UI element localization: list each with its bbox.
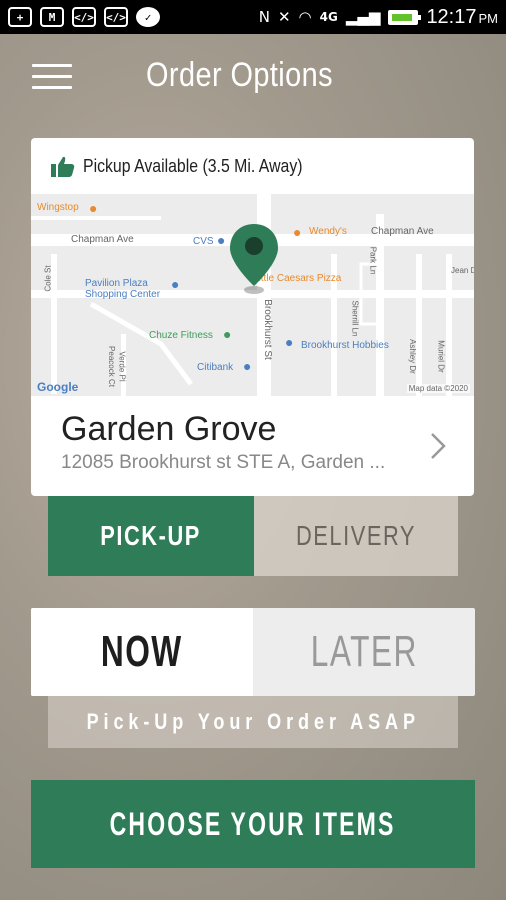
fulfillment-tabs: PICK-UP DELIVERY: [48, 496, 458, 576]
add-notification-icon: +: [8, 7, 32, 27]
map-street-peacock: Peacock Ct: [106, 346, 116, 387]
time-selector: NOW LATER: [31, 608, 475, 696]
pickup-availability: Pickup Available (3.5 Mi. Away): [31, 138, 474, 194]
clock: 12:17 PM: [426, 5, 498, 28]
map-poi-chuze-fitness: Chuze Fitness: [149, 330, 213, 341]
store-address: 12085 Brookhurst st STE A, Garden ...: [61, 452, 386, 473]
page-title: Order Options: [146, 56, 334, 94]
map-marker-icon: ●: [243, 358, 252, 374]
check-icon: ✓: [136, 7, 160, 27]
map-street-jean: Jean Dr: [451, 266, 474, 275]
store-map[interactable]: Wingstop ● Chapman Ave CVS ● ● Wendy's C…: [31, 194, 474, 396]
map-marker-icon: ●: [223, 326, 232, 342]
map-poi-cvs: CVS: [193, 236, 214, 247]
map-poi-citibank: Citibank: [197, 362, 234, 373]
tab-delivery[interactable]: DELIVERY: [254, 496, 458, 576]
tab-later-label: LATER: [310, 627, 418, 676]
map-street-park-ln: Park Ln: [368, 246, 378, 275]
hamburger-menu-icon[interactable]: [32, 64, 72, 92]
map-poi-wingstop: Wingstop: [37, 202, 79, 213]
map-marker-icon: ●: [89, 200, 98, 216]
map-marker-icon: ●: [217, 232, 226, 248]
chevron-right-icon[interactable]: [430, 432, 446, 460]
tab-now-label: NOW: [101, 627, 183, 676]
asap-message-bar: Pick-Up Your Order ASAP: [48, 696, 458, 748]
tab-later[interactable]: LATER: [253, 608, 475, 696]
network-type-label: 4G: [319, 10, 338, 24]
store-name: Garden Grove: [61, 410, 277, 448]
header: Order Options: [0, 34, 506, 120]
choose-items-button[interactable]: CHOOSE YOUR ITEMS: [31, 780, 475, 868]
map-poi-pavilion-plaza: Pavilion Plaza Shopping Center: [85, 278, 161, 300]
store-location-pin-icon: [230, 224, 278, 294]
pickup-status-text: Pickup Available (3.5 Mi. Away): [83, 155, 303, 176]
map-street-cole: Cole St: [43, 265, 53, 292]
system-icons: N ✕ ◠ 4G ▂▄▆ 12:17 PM: [259, 6, 498, 29]
tab-pickup[interactable]: PICK-UP: [48, 496, 254, 576]
map-street-chapman-2: Chapman Ave: [371, 226, 434, 237]
mail-icon: M: [40, 7, 64, 27]
map-marker-icon: ●: [171, 276, 180, 292]
battery-icon: [388, 9, 422, 25]
status-bar: + M </> </> ✓ N ✕ ◠ 4G ▂▄▆ 12:17 PM: [0, 0, 506, 34]
map-street-ashley: Ashley Dr: [407, 339, 417, 374]
map-street-muriel: Muriel Dr: [436, 340, 446, 373]
tab-delivery-label: DELIVERY: [295, 520, 417, 551]
choose-items-label: CHOOSE YOUR ITEMS: [110, 805, 396, 842]
map-poi-brookhurst-hobbies: Brookhurst Hobbies: [301, 340, 389, 351]
notification-icons: + M </> </> ✓: [8, 7, 160, 27]
mute-icon: ✕: [277, 8, 291, 26]
google-logo: Google: [37, 380, 79, 394]
map-poi-wendys: Wendy's: [309, 226, 347, 237]
tab-now[interactable]: NOW: [31, 608, 253, 696]
store-info[interactable]: Garden Grove 12085 Brookhurst st STE A, …: [31, 396, 474, 496]
map-street-sherrill: Sherrill Ln: [350, 300, 360, 337]
map-marker-icon: ●: [293, 224, 302, 240]
map-street-brookhurst: Brookhurst St: [261, 299, 273, 360]
wifi-icon: ◠: [298, 8, 312, 26]
map-street-chapman-1: Chapman Ave: [71, 234, 134, 245]
asap-message: Pick-Up Your Order ASAP: [86, 709, 420, 734]
map-data-attribution: Map data ©2020: [406, 384, 470, 393]
store-card[interactable]: Pickup Available (3.5 Mi. Away) Wingstop…: [31, 138, 474, 496]
thumbs-up-icon: [51, 156, 75, 177]
map-street-verde: Verde Pl: [117, 351, 127, 382]
code-icon-2: </>: [104, 7, 128, 27]
nfc-icon: N: [258, 8, 270, 26]
signal-icon: ▂▄▆: [345, 8, 381, 26]
map-marker-icon: ●: [285, 334, 294, 350]
code-icon: </>: [72, 7, 96, 27]
tab-pickup-label: PICK-UP: [100, 520, 202, 551]
